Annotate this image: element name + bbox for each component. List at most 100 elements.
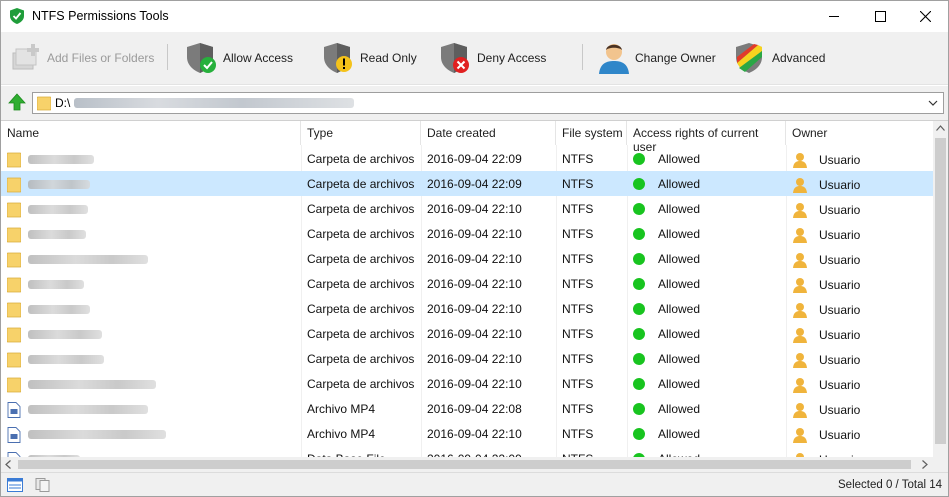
cell-type: Carpeta de archivos [307,302,415,316]
access-text: Allowed [658,277,701,291]
cell-filesystem: NTFS [562,327,594,341]
details-view-icon[interactable] [7,478,23,492]
advanced-label: Advanced [772,51,826,65]
horizontal-scroll-thumb[interactable] [18,460,911,469]
cell-type: Archivo MP4 [307,427,376,441]
cell-type: Carpeta de archivos [307,352,415,366]
close-icon [919,11,931,22]
drive-letter: D:\ [55,96,71,110]
scroll-left-icon[interactable] [5,460,11,469]
cell-type: Carpeta de archivos [307,177,415,191]
blurred-filename [28,405,148,414]
path-combobox[interactable]: D:\ [32,92,944,114]
table-row[interactable]: Carpeta de archivos 2016-09-04 22:10 NTFS A… [1,296,933,321]
column-header-name[interactable]: Name [1,121,301,145]
chevron-down-icon[interactable] [925,95,941,111]
deny-access-button[interactable]: Deny Access [439,32,546,84]
cell-name [1,246,301,271]
cell-date: 2016-09-04 22:10 [427,427,522,441]
folder-icon [7,152,21,168]
cell-filesystem: NTFS [562,277,594,291]
cell-owner: Usuario [786,196,933,221]
horizontal-scrollbar[interactable] [1,457,933,472]
cell-filesystem: NTFS [562,252,594,266]
blurred-filename [28,180,90,189]
column-header-date[interactable]: Date created [421,121,556,145]
cell-name [1,446,301,457]
minimize-icon [828,16,839,17]
column-header-type[interactable]: Type [301,121,421,145]
table-row[interactable]: Carpeta de archivos 2016-09-04 22:09 NTFS A… [1,171,933,196]
allowed-status-icon [633,203,645,215]
table-row[interactable]: Archivo MP4 2016-09-04 22:08 NTFS Allowed Us… [1,396,933,421]
cell-name [1,346,301,371]
cell-access: Allowed [627,446,786,457]
user-icon [599,44,629,74]
allowed-status-icon [633,403,645,415]
cell-filesystem: NTFS [562,402,594,416]
table-row[interactable]: Carpeta de archivos 2016-09-04 22:10 NTFS A… [1,221,933,246]
cell-type: Carpeta de archivos [307,227,415,241]
blurred-filename [28,205,88,214]
cell-name [1,171,301,196]
cell-date: 2016-09-04 22:10 [427,377,522,391]
table-row[interactable]: Carpeta de archivos 2016-09-04 22:10 NTFS A… [1,321,933,346]
close-button[interactable] [902,1,948,32]
cell-date: 2016-09-04 22:10 [427,302,522,316]
copy-icon[interactable] [35,478,51,492]
user-icon [793,153,807,168]
folder-icon [7,252,21,268]
cell-name [1,271,301,296]
title-bar[interactable]: NTFS Permissions Tools [1,1,948,32]
column-header-owner[interactable]: Owner [786,121,933,145]
access-text: Allowed [658,352,701,366]
up-arrow-icon[interactable] [8,93,26,111]
window-title: NTFS Permissions Tools [32,9,169,23]
column-header-fs[interactable]: File system [556,121,627,145]
scroll-up-icon[interactable] [936,125,945,131]
table-row[interactable]: Archivo MP4 2016-09-04 22:10 NTFS Allowed Us… [1,421,933,446]
advanced-button[interactable]: Advanced [734,32,825,84]
list-header: Name Type Date created File system Acces… [1,121,933,154]
read-only-button[interactable]: Read Only [322,32,417,84]
user-icon [793,203,807,218]
cell-access: Allowed [627,396,786,421]
cell-filesystem: NTFS [556,446,627,457]
table-row[interactable]: Carpeta de archivos 2016-09-04 22:10 NTFS A… [1,196,933,221]
allow-access-button[interactable]: Allow Access [185,32,293,84]
access-text: Allowed [658,377,701,391]
main-window: NTFS Permissions Tools Add Files or Fold… [0,0,949,497]
maximize-button[interactable] [857,1,903,32]
cell-name [1,196,301,221]
table-row[interactable]: Carpeta de archivos 2016-09-04 22:09 NTFS A… [1,146,933,171]
scroll-right-icon[interactable] [922,460,928,469]
shield-allow-icon [187,43,216,73]
allowed-status-icon [633,378,645,390]
shield-warning-icon [324,43,352,73]
table-row[interactable]: Carpeta de archivos 2016-09-04 22:10 NTFS A… [1,271,933,296]
file-list[interactable]: Name Type Date created File system Acces… [1,120,948,457]
table-row[interactable]: Carpeta de archivos 2016-09-04 22:10 NTFS A… [1,246,933,271]
vertical-scrollbar[interactable] [933,121,948,457]
vertical-scroll-thumb[interactable] [935,138,946,444]
folder-icon [7,227,21,243]
cell-filesystem: NTFS [562,302,594,316]
cell-date: 2016-09-04 22:10 [427,277,522,291]
cell-access: Allowed [627,221,786,246]
cell-access: Allowed [627,421,786,446]
user-icon [793,253,807,268]
user-icon [793,403,807,418]
minimize-button[interactable] [811,1,857,32]
add-files-button[interactable]: Add Files or Folders [9,32,154,84]
owner-text: Usuario [819,378,861,392]
table-row[interactable]: Data Base File2016-09-04 22:09NTFSAllowe… [1,446,933,457]
column-header-access[interactable]: Access rights of current user [627,121,786,154]
table-row[interactable]: Carpeta de archivos 2016-09-04 22:10 NTFS A… [1,346,933,371]
change-owner-button[interactable]: Change Owner [597,32,716,84]
cell-owner: Usuario [786,271,933,296]
blurred-filename [28,230,86,239]
owner-text: Usuario [819,328,861,342]
path-blurred [74,98,355,108]
owner-text: Usuario [819,303,861,317]
table-row[interactable]: Carpeta de archivos 2016-09-04 22:10 NTFS A… [1,371,933,396]
